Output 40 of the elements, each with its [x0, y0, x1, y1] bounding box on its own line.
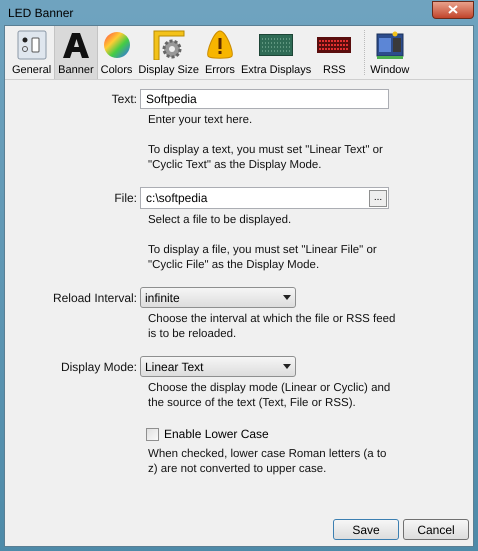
window-icon [374, 30, 405, 60]
warning-icon [204, 30, 235, 60]
toolbar-tab[interactable]: Display Size [135, 26, 202, 79]
toolbar-tab[interactable]: Errors [202, 26, 238, 79]
switch-panel-icon [16, 30, 47, 60]
help-text: Choose the display mode (Linear or Cyclic) and the source of the text (Text, File or RSS). [148, 381, 392, 411]
help-text: Enter your text here. [148, 113, 254, 128]
color-wheel-icon [102, 31, 131, 59]
window-title: LED Banner [8, 4, 74, 22]
toolbar-tab[interactable]: Extra Displays [238, 26, 314, 79]
help-text: To display a text, you must set "Linear Text" or "Cyclic Text" as the Display Mode. [148, 143, 384, 173]
help-text: To display a file, you must set "Linear File" or "Cyclic File" as the Display Mode. [148, 243, 378, 273]
help-text: When checked, lower case Roman letters (a to z) are not converted to upper case. [148, 447, 388, 477]
browse-button[interactable]: ... [369, 190, 387, 206]
ruler-gear-icon [152, 30, 185, 60]
dropdown-arrow-icon [283, 364, 291, 369]
led-text-icon [317, 37, 352, 53]
toolbar-tab[interactable]: Colors [98, 26, 136, 79]
dropdown[interactable]: infinite [140, 287, 296, 308]
checkbox[interactable]: Enable Lower Case [146, 425, 269, 443]
file-field[interactable]: c:\softpedia ... [140, 187, 389, 209]
save-button[interactable]: Save [333, 519, 399, 540]
field-label: Display Mode: [60, 358, 138, 376]
help-text: Select a file to be displayed. [148, 213, 292, 228]
toolbar-tab[interactable]: General [9, 26, 54, 79]
field-label: File: [113, 190, 138, 207]
dropdown-arrow-icon [283, 295, 291, 300]
toolbar-tab[interactable]: RSS [314, 26, 354, 79]
close-icon [448, 5, 458, 14]
toolbar-tab[interactable]: Banner [54, 26, 98, 79]
led-board-icon [259, 34, 294, 56]
letter-a-icon [60, 30, 91, 60]
dropdown[interactable]: Linear Text [140, 356, 296, 377]
close-button[interactable] [432, 0, 474, 18]
cancel-button[interactable]: Cancel [403, 519, 469, 540]
help-text: Choose the interval at which the file or RSS feed is to be reloaded. [148, 312, 396, 342]
field-label: Text: [110, 91, 138, 108]
field-label: Reload Interval: [52, 290, 138, 306]
toolbar-tab[interactable]: Window [367, 26, 412, 79]
text-field[interactable]: Softpedia [140, 89, 389, 109]
